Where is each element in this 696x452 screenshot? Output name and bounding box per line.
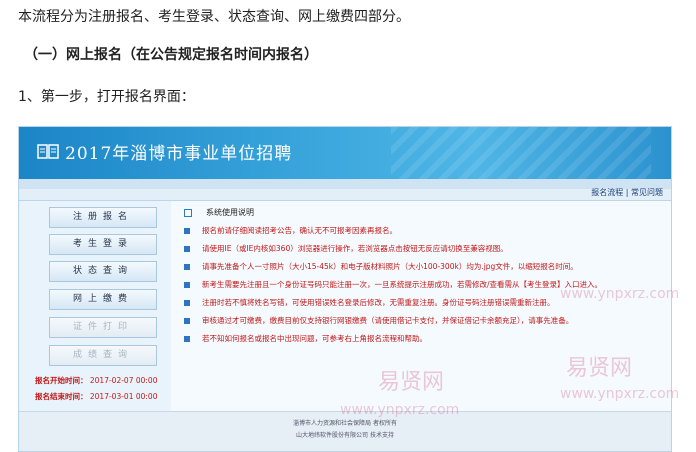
online-payment-button[interactable]: 网上缴费 <box>49 289 157 310</box>
info-icon <box>184 208 192 217</box>
score-query-button[interactable]: 成绩查询 <box>49 345 157 366</box>
site-banner: 2017年淄博市事业单位招聘 <box>19 127 671 179</box>
footer-copyright: 淄博市人力资源和社会保障局 者权所有 <box>293 420 397 427</box>
bullet-icon <box>184 264 190 270</box>
notice-text: 请使用IE（或IE内核如360）浏览器进行操作，若浏览器点击按钮无反应请切换至兼… <box>202 244 508 253</box>
notice-item: 请事先准备个人一寸照片（大小15-45k）和电子版材料照片（大小100-300k… <box>184 261 578 272</box>
notice-text: 新考生需要先注册且一个身份证号码只能注册一次，一旦系统提示注册成功，若需修改/查… <box>202 280 603 289</box>
link-faq[interactable]: 常见问题 <box>631 188 663 197</box>
notice-panel: 系统使用说明 报名前请仔细阅读招考公告，确认无不可报考因素再报名。 请使用IE（… <box>184 207 664 411</box>
banner-decoration <box>391 127 651 179</box>
bullet-icon <box>184 336 190 342</box>
step-text: 1、第一步，打开报名界面： <box>18 89 195 105</box>
link-registration-process[interactable]: 报名流程 <box>591 188 623 197</box>
site-title: 2017年淄博市事业单位招聘 <box>65 144 293 164</box>
sidebar: 注册报名 考生登录 状态查询 网上缴费 证件打印 成绩查询 报名开始时间： 20… <box>19 201 171 411</box>
bullet-icon <box>184 318 190 324</box>
notice-text: 注册时若不慎将姓名写错，可使用错误姓名登录后修改，无需重复注册。身份证号码注册错… <box>202 298 555 307</box>
section-title: （一）网上报名（在公告规定报名时间内报名） <box>24 47 318 63</box>
bullet-icon <box>184 300 190 306</box>
book-icon <box>37 144 59 159</box>
notice-item: 审核通过才可缴费，缴费目前仅支持银行网银缴费（请使用借记卡支付，并保证借记卡余额… <box>184 315 573 326</box>
bullet-icon <box>184 246 190 252</box>
register-button[interactable]: 注册报名 <box>49 207 157 228</box>
notice-item: 请使用IE（或IE内核如360）浏览器进行操作，若浏览器点击按钮无反应请切换至兼… <box>184 243 508 254</box>
print-ticket-button[interactable]: 证件打印 <box>49 317 157 338</box>
link-separator: | <box>625 188 629 197</box>
registration-start-label: 报名开始时间： <box>35 376 88 385</box>
registration-start: 报名开始时间： 2017-02-07 00:00 <box>35 375 157 386</box>
footer-support: 山大地纬软件股份有限公司 技术支持 <box>296 432 394 439</box>
status-query-button[interactable]: 状态查询 <box>49 261 157 282</box>
article-intro: 本流程分为注册报名、考生登录、状态查询、网上缴费四部分。 <box>18 9 410 25</box>
bullet-icon <box>184 228 190 234</box>
bullet-icon <box>184 282 190 288</box>
site-footer: 淄博市人力资源和社会保障局 者权所有 山大地纬软件股份有限公司 技术支持 <box>19 411 671 451</box>
site-topnav: 报名流程 | 常见问题 <box>19 188 671 201</box>
site-topbar <box>19 179 671 189</box>
login-button[interactable]: 考生登录 <box>49 234 157 255</box>
notice-title: 系统使用说明 <box>184 207 254 218</box>
notice-text: 请事先准备个人一寸照片（大小15-45k）和电子版材料照片（大小100-300k… <box>202 262 578 271</box>
notice-text: 审核通过才可缴费，缴费目前仅支持银行网银缴费（请使用借记卡支付，并保证借记卡余额… <box>202 316 574 325</box>
notice-text: 报名前请仔细阅读招考公告，确认无不可报考因素再报名。 <box>202 226 397 235</box>
registration-start-value: 2017-02-07 00:00 <box>89 376 158 385</box>
registration-end-label: 报名结束时间： <box>35 392 88 401</box>
notice-title-text: 系统使用说明 <box>206 208 254 217</box>
notice-item: 报名前请仔细阅读招考公告，确认无不可报考因素再报名。 <box>184 225 397 236</box>
registration-end-value: 2017-03-01 00:00 <box>89 392 158 401</box>
registration-end: 报名结束时间： 2017-03-01 00:00 <box>35 391 157 402</box>
notice-item: 新考生需要先注册且一个身份证号码只能注册一次，一旦系统提示注册成功，若需修改/查… <box>184 279 602 290</box>
notice-text: 若不知如何报名或报名中出现问题，可参考右上角报名流程和帮助。 <box>202 334 427 343</box>
registration-site-screenshot: 2017年淄博市事业单位招聘 报名流程 | 常见问题 注册报名 考生登录 状态查… <box>18 126 672 452</box>
notice-item: 若不知如何报名或报名中出现问题，可参考右上角报名流程和帮助。 <box>184 333 427 344</box>
notice-item: 注册时若不慎将姓名写错，可使用错误姓名登录后修改，无需重复注册。身份证号码注册错… <box>184 297 555 308</box>
